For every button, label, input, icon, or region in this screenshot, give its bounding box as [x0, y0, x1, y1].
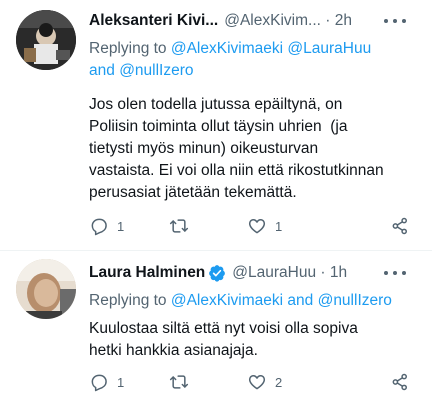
tweet-text: Kuulostaa siltä että nyt voisi olla sopi… — [89, 318, 418, 362]
reply-count: 1 — [117, 218, 125, 234]
mention-link[interactable]: @nullIzero — [119, 62, 193, 79]
tweet-header: Laura Halminen @LauraHuu · 1h — [89, 262, 418, 284]
tweet-text-line: tietysti myös minun) oikeusturvan — [89, 140, 319, 157]
timestamp[interactable]: 2h — [335, 12, 352, 29]
tweet-text: Jos olen todella jutussa epäiltynä, on P… — [89, 94, 418, 204]
like-button[interactable]: 1 — [247, 216, 282, 236]
like-count: 2 — [275, 374, 283, 390]
action-bar: 1 1 — [89, 216, 418, 238]
tweet-header: Aleksanteri Kivi... @AlexKivim... · 2h — [89, 10, 418, 32]
replying-to: Replying to @AlexKivimaeki and @nullIzer… — [89, 290, 418, 312]
handle[interactable]: @AlexKivim... — [224, 12, 321, 29]
tweet-text-line: perusasiat jätetään tekemättä. — [89, 184, 297, 201]
like-count: 1 — [275, 218, 283, 234]
tweet-text-line: vastaista. Ei voi olla niin että rikostu… — [89, 162, 384, 179]
retweet-icon — [169, 219, 189, 233]
more-icon[interactable] — [384, 264, 406, 282]
mention-link[interactable]: @AlexKivimaeki — [171, 292, 283, 309]
tweet-text-line: Jos olen todella jutussa epäiltynä, on — [89, 96, 343, 113]
retweet-button[interactable] — [169, 372, 197, 392]
handle[interactable]: @LauraHuu — [232, 264, 316, 281]
reply-button[interactable]: 1 — [89, 372, 124, 392]
replying-to-label: Replying to — [89, 292, 167, 309]
heart-icon — [248, 375, 266, 390]
like-button[interactable]: 2 — [247, 372, 282, 392]
action-bar: 1 2 — [89, 372, 418, 394]
reply-icon — [91, 218, 107, 236]
handle-time: @LauraHuu · 1h — [232, 264, 347, 282]
avatar[interactable] — [16, 259, 76, 319]
tweet[interactable]: Aleksanteri Kivi... @AlexKivim... · 2h R… — [0, 0, 432, 250]
display-name[interactable]: Aleksanteri Kivi... — [89, 12, 218, 30]
mention-join: and — [89, 62, 115, 79]
mention-join: and — [287, 292, 314, 309]
tweet-text-line: hetki hankkia asianajaja. — [89, 342, 258, 359]
tweet[interactable]: Laura Halminen @LauraHuu · 1h Replying t… — [0, 250, 432, 408]
reply-count: 1 — [117, 374, 125, 390]
tweet-text-line: Kuulostaa siltä että nyt voisi olla sopi… — [89, 320, 358, 337]
replying-to: Replying to @AlexKivimaeki @LauraHuu and… — [89, 38, 418, 82]
mention-link[interactable]: @LauraHuu — [287, 40, 371, 57]
retweet-button[interactable] — [169, 216, 197, 236]
handle-time: @AlexKivim... · 2h — [224, 12, 352, 30]
display-name[interactable]: Laura Halminen — [89, 264, 205, 282]
share-icon — [392, 373, 407, 391]
share-icon — [392, 217, 407, 235]
separator: · — [320, 264, 330, 281]
avatar[interactable] — [16, 10, 76, 70]
verified-badge-icon — [208, 264, 226, 282]
mention-link[interactable]: @nullIzero — [318, 292, 392, 309]
reply-button[interactable]: 1 — [89, 216, 124, 236]
replying-to-label: Replying to — [89, 40, 167, 57]
retweet-icon — [169, 375, 189, 389]
timestamp[interactable]: 1h — [330, 264, 347, 281]
tweet-text-line: Poliisin toiminta ollut täysin uhrien (j… — [89, 118, 348, 135]
heart-icon — [248, 219, 266, 234]
separator: · — [325, 12, 335, 29]
share-button[interactable] — [390, 372, 410, 392]
more-icon[interactable] — [384, 12, 406, 30]
reply-icon — [91, 374, 107, 392]
share-button[interactable] — [390, 216, 410, 236]
mention-link[interactable]: @AlexKivimaeki — [171, 40, 283, 57]
